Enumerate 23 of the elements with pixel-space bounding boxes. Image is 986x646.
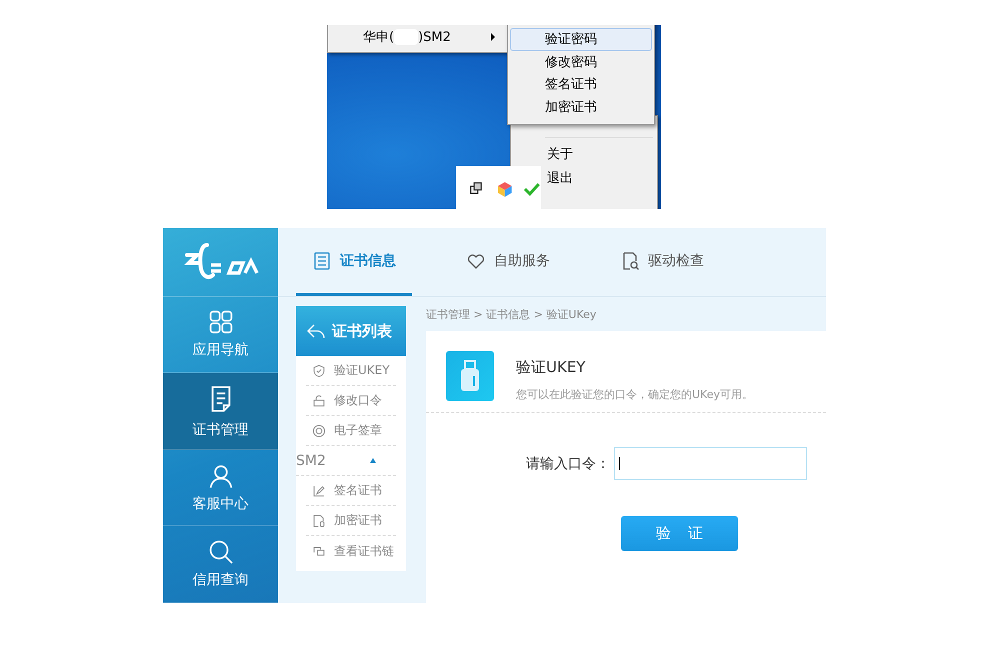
- tab[interactable]: 自助服务: [450, 228, 566, 296]
- list-item[interactable]: 修改口令: [306, 386, 396, 416]
- list-item[interactable]: 加密证书: [306, 506, 396, 536]
- breadcrumb: 证书管理 > 证书信息 > 验证UKey: [426, 306, 598, 322]
- panel-header: 证书列表: [296, 306, 406, 356]
- list-item[interactable]: 电子签章: [306, 416, 396, 446]
- menu-item[interactable]: 加密证书: [510, 96, 652, 118]
- menu-item[interactable]: 修改密码: [510, 50, 652, 73]
- list-item[interactable]: 验证UKEY: [306, 356, 396, 386]
- tab[interactable]: 驱动检查: [604, 228, 720, 296]
- card-description: 您可以在此验证您的口令，确定您的UKey可用。: [516, 387, 753, 402]
- tab[interactable]: 证书信息: [296, 228, 412, 296]
- list-item[interactable]: 签名证书: [306, 476, 396, 506]
- card-title: 验证UKEY: [516, 358, 586, 377]
- menu-item[interactable]: 华申( )SM2: [332, 26, 508, 48]
- menu-item[interactable]: 关于: [511, 142, 657, 166]
- nav-item[interactable]: 证书管理: [163, 373, 278, 450]
- menu-item[interactable]: 验证密码: [510, 28, 652, 50]
- group-header[interactable]: SM2: [296, 446, 396, 476]
- list-item[interactable]: 查看证书链: [306, 536, 396, 566]
- menu-item[interactable]: 签名证书: [510, 73, 652, 96]
- verify-button[interactable]: 验 证: [621, 516, 738, 551]
- field-label: 请输入口令：: [526, 454, 610, 472]
